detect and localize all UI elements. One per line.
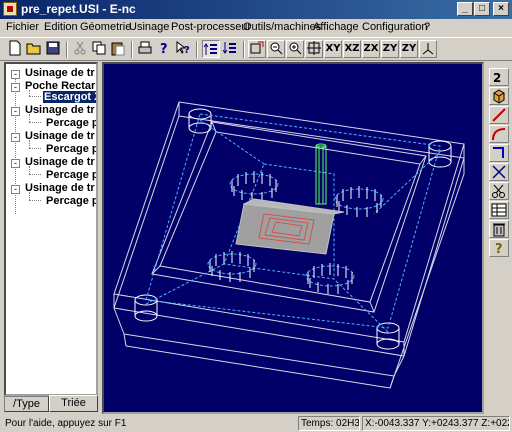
corner-icon[interactable] [489, 144, 509, 162]
zoom-extents-icon[interactable] [305, 40, 323, 58]
svg-text:?: ? [160, 42, 168, 56]
operations-tree: - Usinage de tr - Poche Rectar Escargot … [4, 62, 98, 396]
menu-usinage[interactable]: Usinage [129, 21, 169, 33]
view-xy-button[interactable]: XY [324, 40, 342, 58]
status-coordinates: X:-0043.337 Y:+0243.377 Z:+022 [362, 416, 510, 431]
menu-outils-machines[interactable]: Outils/machines [243, 21, 321, 33]
maximize-button[interactable]: □ [474, 2, 490, 16]
view-zy-button[interactable]: ZY [381, 40, 399, 58]
trash-icon[interactable] [489, 220, 509, 238]
tree-collapse-icon[interactable]: - [11, 107, 20, 116]
tab-triee[interactable]: Triée [49, 395, 98, 412]
minimize-button[interactable]: _ [457, 2, 473, 16]
svg-text:2: 2 [493, 71, 501, 85]
drill-cluster [305, 263, 355, 294]
context-help-icon[interactable]: ? [174, 40, 192, 58]
chain-icon[interactable]: 2 [489, 68, 509, 86]
status-bar: Pour l'aide, appuyez sur F1 Temps: 02H39… [0, 415, 512, 432]
close-button[interactable]: × [493, 2, 509, 16]
tree-collapse-icon[interactable]: - [11, 83, 20, 92]
arc-icon[interactable] [489, 125, 509, 143]
tree-item[interactable]: Usinage de tr [25, 130, 95, 142]
svg-text:?: ? [495, 242, 503, 256]
table-icon[interactable] [489, 201, 509, 219]
zoom-out-icon[interactable] [267, 40, 285, 58]
right-toolbar: 2 ? [486, 62, 512, 414]
view-xz-button[interactable]: XZ [343, 40, 361, 58]
status-time: Temps: 02H39' 40" [298, 416, 360, 431]
status-help-text: Pour l'aide, appuyez sur F1 [5, 418, 127, 429]
title-bar: pre_repet.USI - E-nc _ □ × [0, 0, 512, 19]
scissors-icon[interactable] [489, 182, 509, 200]
tree-tabs: /Type Triée [4, 395, 98, 414]
tree-collapse-icon[interactable]: - [11, 185, 20, 194]
drill-cluster [229, 171, 279, 202]
tree-item[interactable]: Percage p [46, 117, 96, 129]
tree-item[interactable]: Percage p [46, 195, 96, 207]
toolpath-drawing [113, 101, 465, 389]
app-icon[interactable] [3, 2, 17, 16]
tree-collapse-icon[interactable]: - [11, 159, 20, 168]
menu-geometrie[interactable]: Géometrie [80, 21, 131, 33]
zoom-in-icon[interactable] [286, 40, 304, 58]
cut-icon[interactable] [71, 40, 89, 58]
view-zx-button[interactable]: ZX [362, 40, 380, 58]
svg-text:?: ? [184, 45, 190, 56]
menu-edition[interactable]: Edition [44, 21, 78, 33]
tree-collapse-icon[interactable]: - [11, 70, 20, 79]
print-icon[interactable] [136, 40, 154, 58]
open-folder-icon[interactable] [25, 40, 43, 58]
help-icon-right[interactable]: ? [489, 239, 509, 257]
line-icon[interactable] [489, 106, 509, 124]
tree-item[interactable]: Usinage de tr [25, 182, 95, 194]
menu-bar: Fichier Edition Géometrie Usinage Post-p… [0, 19, 512, 37]
view-zy-alt-button[interactable]: ZY [400, 40, 418, 58]
new-file-icon[interactable] [6, 40, 24, 58]
help-icon[interactable]: ? [155, 40, 173, 58]
save-icon[interactable] [44, 40, 62, 58]
trim-icon[interactable] [489, 163, 509, 181]
tree-item-selected[interactable]: Escargot X [43, 91, 96, 103]
menu-help[interactable]: ? [424, 21, 430, 33]
cube-icon[interactable] [489, 87, 509, 105]
tree-collapse-icon[interactable]: - [11, 133, 20, 142]
3d-viewport[interactable] [102, 62, 484, 414]
axes-3d-icon[interactable] [419, 40, 437, 58]
sort-down-icon[interactable] [221, 40, 239, 58]
menu-post-processeur[interactable]: Post-processeur [171, 21, 251, 33]
paste-icon[interactable] [109, 40, 127, 58]
menu-fichier[interactable]: Fichier [6, 21, 39, 33]
tree-item[interactable]: Percage p [46, 169, 96, 181]
tree-item[interactable]: Percage p [46, 143, 96, 155]
main-toolbar: ? ? XY XZ ZX ZY ZY [0, 37, 512, 61]
tree-item[interactable]: Usinage de tr [25, 156, 95, 168]
menu-affichage[interactable]: Affichage [313, 21, 359, 33]
drill-cluster [207, 251, 257, 282]
zoom-window-icon[interactable] [248, 40, 266, 58]
tab-type[interactable]: /Type [4, 396, 49, 412]
window-title: pre_repet.USI - E-nc [21, 2, 136, 16]
copy-icon[interactable] [90, 40, 108, 58]
menu-configuration[interactable]: Configuration [362, 21, 427, 33]
sort-up-icon[interactable] [202, 40, 220, 58]
tree-item[interactable]: Usinage de tr [25, 67, 95, 79]
tree-item[interactable]: Usinage de tr [25, 104, 95, 116]
